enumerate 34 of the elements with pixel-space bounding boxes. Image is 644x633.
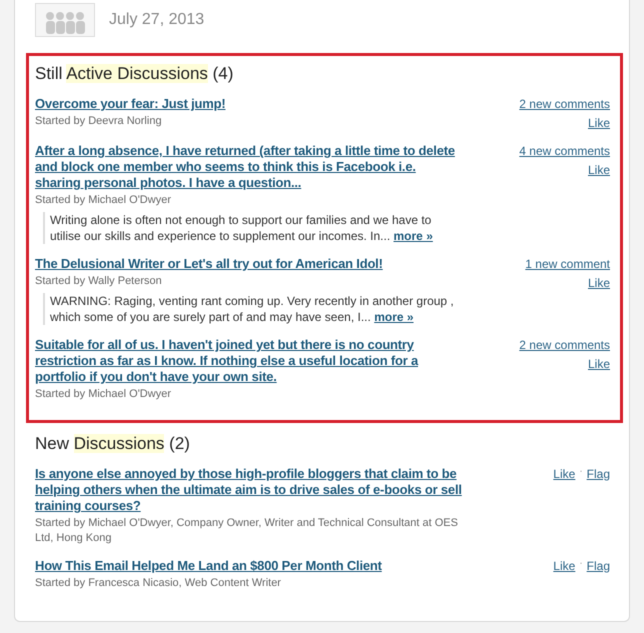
- like-link[interactable]: Like: [588, 275, 610, 291]
- section-heading: New Discussions (2): [35, 434, 191, 454]
- action-link[interactable]: Flag: [586, 558, 610, 574]
- comments-link[interactable]: 1 new comment: [525, 256, 610, 272]
- discussion-link[interactable]: The Delusional Writer or Let's all try out for American Idol!: [35, 256, 463, 272]
- discussion-link[interactable]: Overcome your fear: Just jump!: [35, 96, 463, 112]
- author-text: Started by Michael O'Dwyer: [35, 387, 172, 402]
- discussion-link[interactable]: Is anyone else annoyed by those high-profile bloggers that claim to be helping others when the ultimate aim is to drive sales of e-books or sell training courses?: [35, 466, 463, 514]
- action-link[interactable]: Like: [553, 466, 576, 482]
- section-heading: Still Active Discussions (4): [35, 64, 234, 84]
- author-text: Started by Michael O'Dwyer, Company Owner, Writer and Technical Consultant at OES Ltd, Hong Kong: [35, 516, 459, 546]
- comments-link[interactable]: 4 new comments: [519, 143, 610, 159]
- separator-dot: ·: [579, 558, 583, 569]
- action-link[interactable]: Like: [553, 558, 576, 574]
- excerpt-quote: WARNING: Raging, venting rant coming up. Very recently in another group , which some of you are surely part of and may have seen, I... more »: [43, 293, 463, 325]
- more-link[interactable]: more »: [374, 310, 414, 324]
- group-icon: [35, 3, 95, 37]
- discussion-link[interactable]: After a long absence, I have returned (after taking a little time to delete and block one member who seems to think this is Facebook i.e. sharing personal photos. I have a question...: [35, 143, 463, 191]
- date-text: July 27, 2013: [109, 11, 204, 29]
- discussion-link[interactable]: Suitable for all of us. I haven't joined yet but there is no country restriction as far as I know. If nothing else a useful location for a portfolio if you don't have your own site.: [35, 337, 463, 385]
- excerpt-quote: Writing alone is often not enough to support our families and we have to utilise our skills and experience to supplement our incomes. In... more »: [43, 212, 463, 244]
- discussion-link[interactable]: How This Email Helped Me Land an $800 Per Month Client: [35, 558, 463, 574]
- like-link[interactable]: Like: [588, 115, 610, 131]
- like-link[interactable]: Like: [588, 356, 610, 372]
- author-text: Started by Michael O'Dwyer: [35, 193, 172, 208]
- author-text: Started by Francesca Nicasio, Web Content Writer: [35, 576, 282, 591]
- author-text: Started by Deevra Norling: [35, 114, 163, 129]
- comments-link[interactable]: 2 new comments: [519, 96, 610, 112]
- action-link[interactable]: Flag: [586, 466, 610, 482]
- like-link[interactable]: Like: [588, 162, 610, 178]
- author-text: Started by Wally Peterson: [35, 274, 163, 289]
- comments-link[interactable]: 2 new comments: [519, 337, 610, 353]
- separator-dot: ·: [579, 466, 583, 477]
- more-link[interactable]: more »: [394, 229, 433, 243]
